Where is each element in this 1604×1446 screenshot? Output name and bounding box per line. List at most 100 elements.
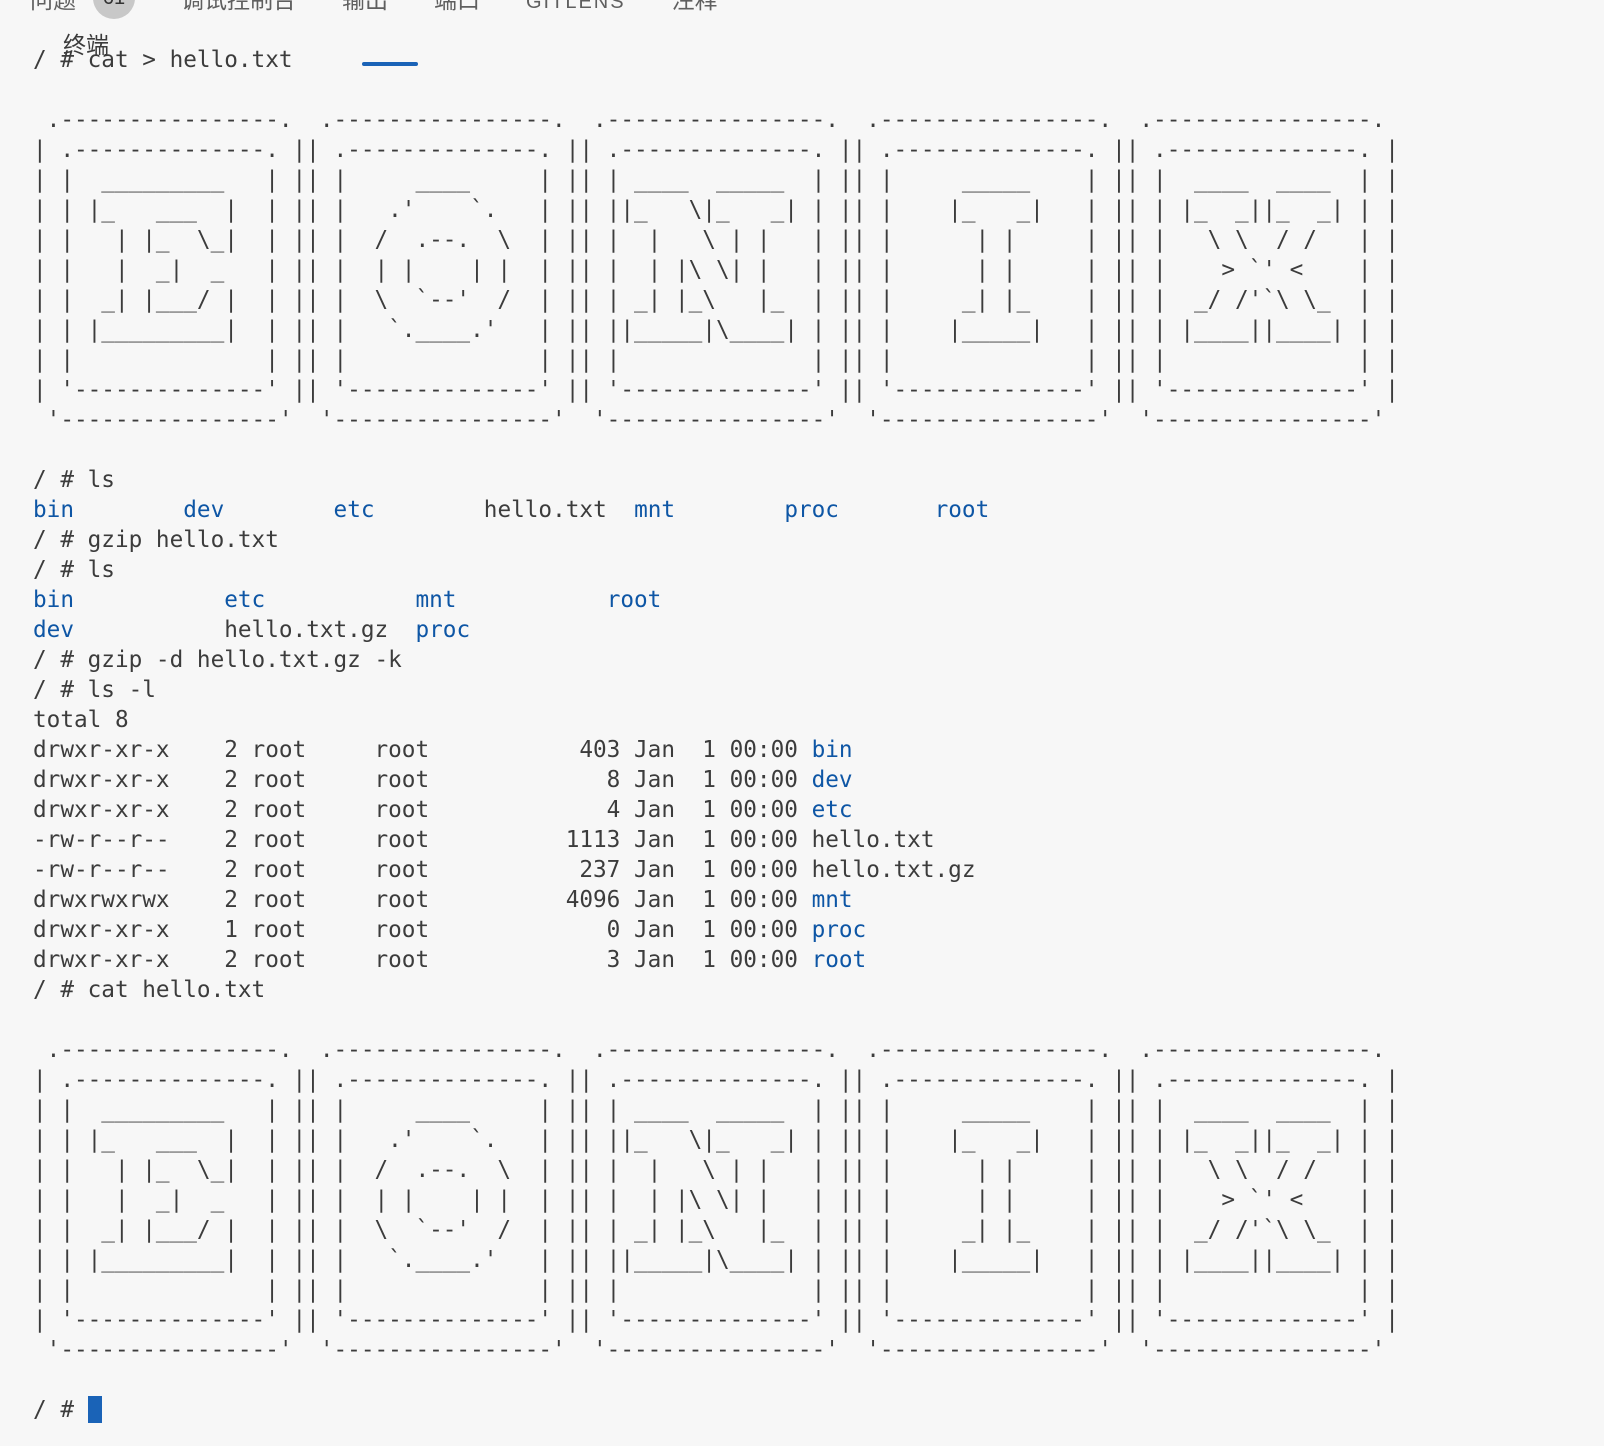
terminal-text: | | | |_ \_| | || | / .--. \ | || | | \ … [33,1157,1399,1183]
terminal-text: drwxr-xr-x 2 root root 4 Jan 1 00:00 [33,797,812,823]
ascii-art-line: .----------------. .----------------. .-… [33,1035,1604,1065]
active-tab-underline [362,62,418,66]
ascii-art-line: | | _| |___/ | | || | \ `--' / | || | _|… [33,285,1604,315]
ascii-art-line: | | |_________| | || | `.____.' | || ||_… [33,1245,1604,1275]
ascii-art-line: | .--------------. || .--------------. |… [33,1065,1604,1095]
terminal-text: | | |_ ___ | | || | .' `. | || ||_ \|_ _… [33,197,1399,223]
terminal-line: total 8 [33,705,1604,735]
terminal-text: hello.txt [484,497,607,523]
terminal-text: drwxr-xr-x 1 root root 0 Jan 1 00:00 [33,917,812,943]
terminal-text: | | _________ | || | ____ | || | ____ __… [33,1097,1399,1123]
ascii-art-line: '----------------' '----------------' '-… [33,405,1604,435]
directory-name: mnt [634,497,675,523]
terminal-text [839,497,935,523]
terminal-line: / # cat hello.txt [33,975,1604,1005]
ascii-art-line: | '--------------' || '--------------' |… [33,1305,1604,1335]
terminal-line: -rw-r--r-- 2 root root 1113 Jan 1 00:00 … [33,825,1604,855]
tab-gitlens[interactable]: GITLENS [526,0,626,24]
terminal-text: | | _________ | || | ____ | || | ____ __… [33,167,1399,193]
terminal-line: drwxr-xr-x 1 root root 0 Jan 1 00:00 pro… [33,915,1604,945]
terminal-text: | | _| |___/ | | || | \ `--' / | || | _|… [33,287,1399,313]
terminal-text: -rw-r--r-- 2 root root 1113 Jan 1 00:00 … [33,827,935,853]
ascii-art-line: | | |_ ___ | | || | .' `. | || ||_ \|_ _… [33,195,1604,225]
terminal-text: drwxrwxrwx 2 root root 4096 Jan 1 00:00 [33,887,812,913]
terminal-text [456,587,606,613]
terminal-line: / # gzip -d hello.txt.gz -k [33,645,1604,675]
ascii-art-line: | | | || | | || | | || | | || | | | [33,1275,1604,1305]
terminal-text: / # gzip -d hello.txt.gz -k [33,647,402,673]
terminal-line: bin dev etc hello.txt mnt proc root [33,495,1604,525]
ascii-art-line: | | |_ ___ | | || | .' `. | || ||_ \|_ _… [33,1125,1604,1155]
directory-name: root [935,497,990,523]
ascii-art-line: | | | |_ \_| | || | / .--. \ | || | | \ … [33,1155,1604,1185]
terminal-text: / # cat hello.txt [33,977,265,1003]
directory-name: dev [812,767,853,793]
terminal-line: bin etc mnt root [33,585,1604,615]
terminal-text: / # [33,1397,88,1423]
terminal-text: hello.txt.gz [224,617,388,643]
tab-comments[interactable]: 注释 [672,0,718,24]
directory-name: root [607,587,662,613]
terminal-line: drwxr-xr-x 2 root root 3 Jan 1 00:00 roo… [33,945,1604,975]
terminal-line [33,1005,1604,1035]
terminal-line: / # ls -l [33,675,1604,705]
ascii-art-line: | | | _| _ | || | | | | | | || | | |\ \|… [33,255,1604,285]
directory-name: etc [334,497,375,523]
terminal-text: | | | || | | || | | || | | || | | | [33,1277,1399,1303]
terminal-text: total 8 [33,707,129,733]
directory-name: mnt [415,587,456,613]
ascii-art-line: '----------------' '----------------' '-… [33,1335,1604,1365]
terminal-text: | | | |_ \_| | || | / .--. \ | || | | \ … [33,227,1399,253]
terminal-text: | | _| |___/ | | || | \ `--' / | || | _|… [33,1217,1399,1243]
tab-label: 终端 [63,33,109,57]
terminal-text [375,497,484,523]
terminal-text [388,617,415,643]
tab-debug-console[interactable]: 调试控制台 [181,0,296,24]
terminal-text: / # ls [33,467,115,493]
directory-name: bin [812,737,853,763]
panel-tabbar: 问题61调试控制台输出端口GITLENS注释终端 [30,0,718,26]
directory-name: root [812,947,867,973]
terminal-line: drwxrwxrwx 2 root root 4096 Jan 1 00:00 … [33,885,1604,915]
terminal-text: | .--------------. || .--------------. |… [33,1067,1399,1093]
ascii-art-line: | '--------------' || '--------------' |… [33,375,1604,405]
ascii-art-line: | | _| |___/ | | || | \ `--' / | || | _|… [33,1215,1604,1245]
directory-name: etc [812,797,853,823]
terminal-text: | | |_________| | || | `.____.' | || ||_… [33,317,1399,343]
terminal-line [33,75,1604,105]
tab-output[interactable]: 输出 [342,0,388,24]
terminal-text: .----------------. .----------------. .-… [33,107,1399,133]
terminal-line: / # [33,1395,1604,1425]
ascii-art-line: | | | || | | || | | || | | || | | | [33,345,1604,375]
terminal-text: | '--------------' || '--------------' |… [33,377,1399,403]
tab-label: 调试控制台 [181,0,296,12]
directory-name: proc [415,617,470,643]
terminal-line: dev hello.txt.gz proc [33,615,1604,645]
directory-name: bin [33,497,74,523]
ascii-art-line: | | | _| _ | || | | | | | | || | | |\ \|… [33,1185,1604,1215]
directory-name: mnt [812,887,853,913]
terminal-text [74,617,224,643]
terminal-line: / # ls [33,555,1604,585]
tab-label: 端口 [434,0,480,12]
terminal-text: | '--------------' || '--------------' |… [33,1307,1399,1333]
ascii-art-line: | | _________ | || | ____ | || | ____ __… [33,165,1604,195]
terminal-line: drwxr-xr-x 2 root root 4 Jan 1 00:00 etc [33,795,1604,825]
problems-count-badge: 61 [93,0,135,19]
tab-label: GITLENS [526,0,626,14]
terminal-text [265,587,415,613]
tab-ports[interactable]: 端口 [434,0,480,24]
terminal-text: '----------------' '----------------' '-… [33,407,1399,433]
terminal-line: / # gzip hello.txt [33,525,1604,555]
ascii-art-line: | | | |_ \_| | || | / .--. \ | || | | \ … [33,225,1604,255]
ascii-art-line: | .--------------. || .--------------. |… [33,135,1604,165]
terminal-text: drwxr-xr-x 2 root root 3 Jan 1 00:00 [33,947,812,973]
terminal-text [74,587,224,613]
directory-name: proc [812,917,867,943]
terminal-text: | .--------------. || .--------------. |… [33,137,1399,163]
terminal-text: -rw-r--r-- 2 root root 237 Jan 1 00:00 h… [33,857,975,883]
terminal-view[interactable]: / # cat > hello.txt .----------------. .… [33,45,1604,1446]
terminal-text: / # ls -l [33,677,156,703]
terminal-text: | | |_________| | || | `.____.' | || ||_… [33,1247,1399,1273]
terminal-text: '----------------' '----------------' '-… [33,1337,1399,1363]
